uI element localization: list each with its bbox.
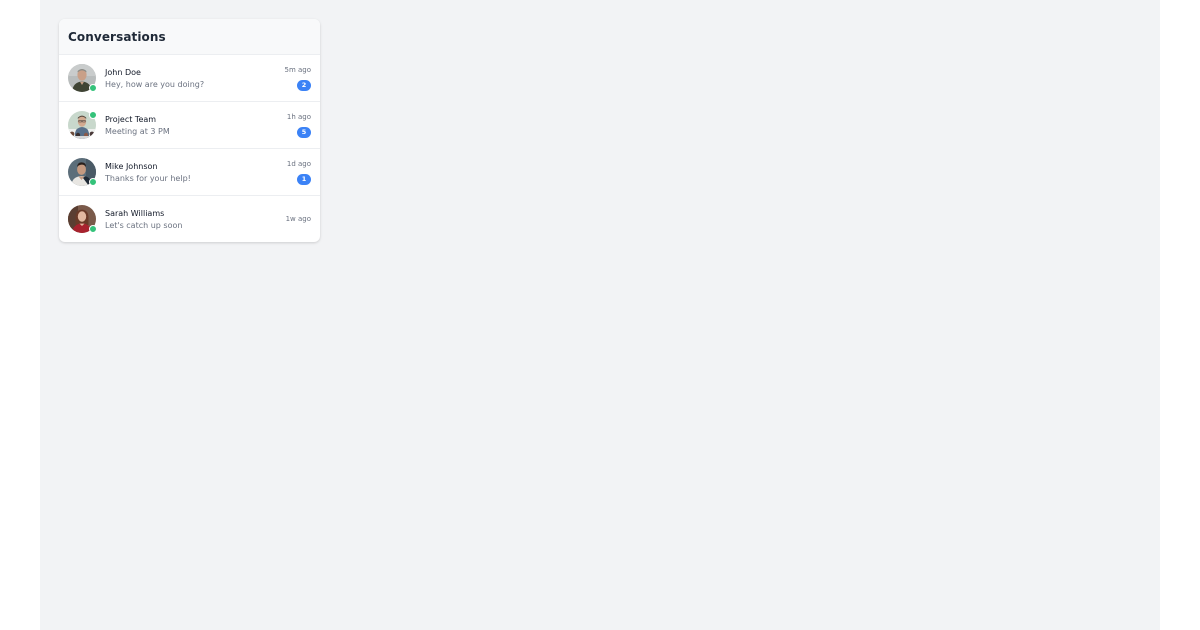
online-status-dot bbox=[89, 111, 97, 119]
online-status-dot bbox=[89, 178, 97, 186]
conversation-meta: 5m ago 2 bbox=[284, 55, 311, 101]
timestamp: 1d ago bbox=[286, 159, 311, 168]
avatar-container bbox=[68, 111, 97, 139]
conversation-text: Sarah Williams Let's catch up soon bbox=[105, 208, 311, 231]
timestamp: 1w ago bbox=[285, 214, 311, 223]
panel-title: Conversations bbox=[68, 29, 166, 44]
conversation-item-sarah-williams[interactable]: Sarah Williams Let's catch up soon 1w ag… bbox=[59, 196, 320, 242]
message-preview: Meeting at 3 PM bbox=[105, 126, 170, 136]
unread-badge: 1 bbox=[297, 173, 311, 185]
message-preview: Hey, how are you doing? bbox=[105, 79, 205, 89]
online-status-dot bbox=[89, 84, 97, 92]
conversations-panel: Conversations John Doe Hey, how are you … bbox=[59, 19, 320, 242]
message-preview: Let's catch up soon bbox=[105, 220, 183, 230]
conversation-text: Project Team Meeting at 3 PM bbox=[105, 114, 311, 137]
conversation-text: John Doe Hey, how are you doing? bbox=[105, 67, 311, 90]
conversation-meta: 1h ago 5 bbox=[287, 102, 311, 148]
contact-name: Mike Johnson bbox=[105, 161, 158, 171]
avatar-container bbox=[68, 64, 97, 92]
conversation-item-mike-johnson[interactable]: Mike Johnson Thanks for your help! 1d ag… bbox=[59, 149, 320, 196]
panel-header: Conversations bbox=[59, 19, 320, 55]
timestamp: 5m ago bbox=[284, 65, 311, 74]
conversation-meta: 1w ago bbox=[286, 196, 311, 242]
conversation-item-john-doe[interactable]: John Doe Hey, how are you doing? 5m ago … bbox=[59, 55, 320, 102]
timestamp: 1h ago bbox=[286, 112, 311, 121]
contact-name: Project Team bbox=[105, 114, 157, 124]
unread-badge: 5 bbox=[297, 126, 311, 138]
unread-badge: 2 bbox=[297, 79, 311, 91]
avatar-container bbox=[68, 158, 97, 186]
conversation-meta: 1d ago 1 bbox=[287, 149, 311, 195]
contact-name: John Doe bbox=[105, 67, 141, 77]
contact-name: Sarah Williams bbox=[105, 208, 165, 218]
page-background: Conversations John Doe Hey, how are you … bbox=[40, 0, 1160, 630]
online-status-dot bbox=[89, 225, 97, 233]
message-preview: Thanks for your help! bbox=[105, 173, 191, 183]
conversation-item-project-team[interactable]: Project Team Meeting at 3 PM 1h ago 5 bbox=[59, 102, 320, 149]
conversation-text: Mike Johnson Thanks for your help! bbox=[105, 161, 311, 184]
avatar-container bbox=[68, 205, 97, 233]
